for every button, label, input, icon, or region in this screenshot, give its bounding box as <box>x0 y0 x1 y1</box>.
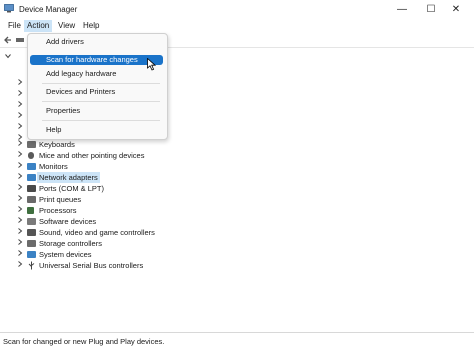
close-button[interactable]: ✕ <box>438 0 474 19</box>
chevron-right-icon[interactable] <box>16 150 24 161</box>
tree-row-collapsed[interactable] <box>0 122 30 133</box>
software-device-icon <box>27 218 36 225</box>
menu-action[interactable]: Action <box>24 20 53 32</box>
tree-row-monitors[interactable]: Monitors <box>0 161 200 172</box>
tree-row-collapsed[interactable] <box>0 111 30 122</box>
tree-row-processors[interactable]: Processors <box>0 205 200 216</box>
chevron-right-icon[interactable] <box>16 227 24 238</box>
menu-item-devices-printers[interactable]: Devices and Printers <box>30 87 163 97</box>
menu-separator <box>42 83 160 84</box>
device-category-label: Ports (COM & LPT) <box>39 184 105 193</box>
device-manager-icon <box>4 4 14 13</box>
menu-item-add-legacy-hardware[interactable]: Add legacy hardware <box>30 69 163 79</box>
status-bar: Scan for changed or new Plug and Play de… <box>0 332 474 348</box>
chevron-right-icon[interactable] <box>16 260 24 271</box>
tree-row-network-adapters[interactable]: Network adapters <box>0 172 200 183</box>
device-category-label: Monitors <box>39 162 68 171</box>
menu-separator <box>42 101 160 102</box>
processor-icon <box>27 207 34 214</box>
chevron-right-icon[interactable] <box>16 139 24 150</box>
maximize-icon: ☐ <box>426 4 436 15</box>
device-category-label: Keyboards <box>39 140 75 149</box>
close-icon: ✕ <box>451 4 461 15</box>
device-category-label: Mice and other pointing devices <box>39 151 145 160</box>
device-category-label: Software devices <box>39 217 97 226</box>
device-category-label: System devices <box>39 250 92 259</box>
device-category-label: Sound, video and game controllers <box>39 228 155 237</box>
title-bar: Device Manager — ☐ ✕ <box>0 0 474 19</box>
chevron-right-icon[interactable] <box>16 78 24 89</box>
chevron-right-icon[interactable] <box>16 111 24 122</box>
status-text: Scan for changed or new Plug and Play de… <box>3 337 165 346</box>
chevron-right-icon[interactable] <box>16 100 24 111</box>
printer-icon <box>27 196 36 203</box>
chevron-right-icon[interactable] <box>16 89 24 100</box>
back-arrow-icon[interactable] <box>3 34 13 46</box>
network-adapter-icon <box>27 174 36 181</box>
tree-row-ports[interactable]: Ports (COM & LPT) <box>0 183 200 194</box>
chevron-down-icon[interactable] <box>4 52 12 63</box>
tree-row-usb-controllers[interactable]: Universal Serial Bus controllers <box>0 260 200 271</box>
menu-file[interactable]: File <box>5 20 24 32</box>
usb-icon <box>28 261 35 270</box>
chevron-right-icon[interactable] <box>16 161 24 172</box>
device-category-label: Print queues <box>39 195 82 204</box>
mouse-cursor-icon <box>147 58 156 71</box>
chevron-right-icon[interactable] <box>16 238 24 249</box>
menu-item-help[interactable]: Help <box>30 125 163 135</box>
keyboard-icon <box>27 141 36 148</box>
monitor-icon <box>27 163 36 170</box>
tree-row-system-devices[interactable]: System devices <box>0 249 200 260</box>
chevron-right-icon[interactable] <box>16 194 24 205</box>
toolbar-grid-icon[interactable] <box>15 34 25 46</box>
tree-row-collapsed[interactable] <box>0 100 30 111</box>
speaker-icon <box>27 229 36 236</box>
device-category-label: Processors <box>39 206 77 215</box>
tree-row-collapsed[interactable] <box>0 89 30 100</box>
system-device-icon <box>27 251 36 258</box>
tree-row-sound-video[interactable]: Sound, video and game controllers <box>0 227 200 238</box>
storage-controller-icon <box>27 240 36 247</box>
menu-item-scan-hardware[interactable]: Scan for hardware changes <box>30 55 163 65</box>
tree-row-mice[interactable]: Mice and other pointing devices <box>0 150 200 161</box>
window-title: Device Manager <box>19 5 78 14</box>
port-icon <box>27 185 36 192</box>
menu-view[interactable]: View <box>55 20 78 32</box>
minimize-icon: — <box>397 4 407 15</box>
device-category-label: Storage controllers <box>39 239 102 248</box>
tree-row-print-queues[interactable]: Print queues <box>0 194 200 205</box>
menu-item-properties[interactable]: Properties <box>30 106 163 116</box>
menu-separator <box>42 120 160 121</box>
tree-row-storage-controllers[interactable]: Storage controllers <box>0 238 200 249</box>
device-category-label: Universal Serial Bus controllers <box>39 261 144 270</box>
chevron-right-icon[interactable] <box>16 205 24 216</box>
chevron-right-icon[interactable] <box>16 183 24 194</box>
chevron-right-icon[interactable] <box>16 172 24 183</box>
tree-row-keyboards[interactable]: Keyboards <box>0 139 200 150</box>
tree-row-software-devices[interactable]: Software devices <box>0 216 200 227</box>
mouse-icon <box>28 152 34 159</box>
menu-bar: File Action View Help <box>0 19 474 33</box>
chevron-right-icon[interactable] <box>16 249 24 260</box>
menu-help[interactable]: Help <box>80 20 102 32</box>
menu-item-add-drivers[interactable]: Add drivers <box>30 37 163 47</box>
chevron-right-icon[interactable] <box>16 122 24 133</box>
tree-root-row[interactable] <box>0 52 20 63</box>
device-category-label: Network adapters <box>37 172 100 183</box>
chevron-right-icon[interactable] <box>16 216 24 227</box>
action-menu-dropdown: Add drivers Scan for hardware changes Ad… <box>27 33 168 140</box>
tree-row-collapsed[interactable] <box>0 78 30 89</box>
